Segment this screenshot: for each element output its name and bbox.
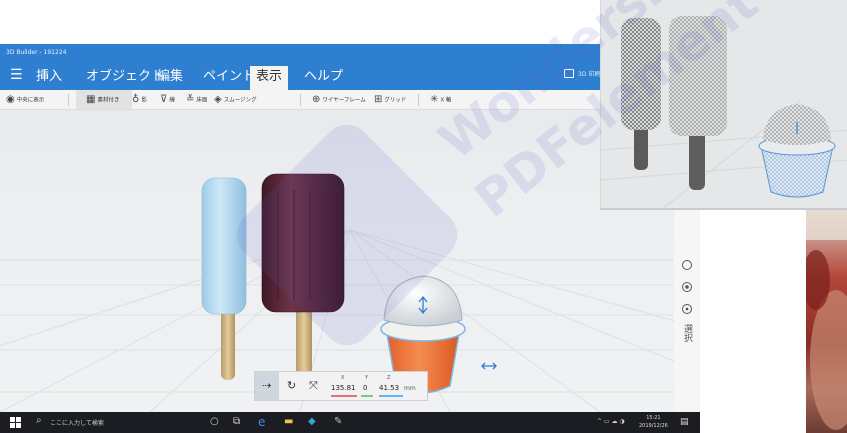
scale-icon[interactable]: ⤧	[309, 379, 318, 393]
scene-canvas[interactable]	[0, 110, 700, 412]
toolbar-label: グリッド	[384, 97, 407, 104]
tab-edit[interactable]: 編集	[151, 66, 189, 90]
print-icon[interactable]	[564, 69, 574, 78]
toolbar-smoothing[interactable]: ◈ スムージング	[214, 94, 257, 106]
toolbar-label: 中央に表示	[16, 97, 45, 104]
y-axis-underline	[361, 395, 373, 397]
toolbar-label: 床面	[196, 97, 208, 104]
unit-label[interactable]: mm	[404, 385, 416, 392]
file-explorer-icon[interactable]: ▬	[284, 416, 293, 428]
toolbar-label: 影	[141, 97, 147, 104]
z-axis-underline	[379, 395, 403, 397]
3d-builder-screen: 3D Builder - 191224 ☰ 挿入 オブジェクト 編集 ペイント …	[0, 44, 700, 433]
eye-icon: ◉	[6, 94, 15, 105]
y-axis-label: Y	[365, 375, 369, 381]
notification-icon[interactable]: ▤	[680, 417, 689, 427]
x-axis-underline	[331, 395, 357, 397]
taskbar-search[interactable]: ここに入力して検索	[50, 418, 104, 427]
task-view-icon[interactable]: ⧉	[233, 416, 240, 428]
toolbar-separator	[300, 94, 301, 106]
toolbar-grid[interactable]: ⊞ グリッド	[374, 94, 406, 106]
hamburger-menu-icon[interactable]: ☰	[10, 67, 23, 83]
tab-insert[interactable]: 挿入	[30, 66, 68, 90]
axis-icon: ✳	[430, 94, 439, 105]
toolbar-label: X 軸	[440, 97, 452, 104]
3d-builder-taskbar-icon[interactable]: ◆	[308, 416, 316, 428]
wireframe-ice-cream-cup	[758, 104, 836, 198]
toolbar-floor[interactable]: ≚ 床面	[186, 94, 207, 106]
x-value-input[interactable]: 135.81	[331, 384, 356, 392]
toolbar-center-view[interactable]: ◉ 中央に表示	[6, 94, 44, 106]
z-value-input[interactable]: 41.53	[379, 384, 399, 392]
tab-help[interactable]: ヘルプ	[298, 66, 349, 90]
system-tray-icons[interactable]: ^ ▭ ☁ ◑	[597, 418, 625, 425]
floor-icon: ≚	[186, 94, 195, 105]
toolbar-label: 素材付き	[97, 97, 120, 104]
toolbar-wireframe[interactable]: ⊕ ワイヤーフレーム	[312, 94, 366, 106]
print-label[interactable]: 3D 印刷	[578, 69, 600, 78]
rotate-icon[interactable]: ↻	[287, 379, 296, 392]
select-label[interactable]: 選択	[682, 324, 692, 342]
webcam-overlay	[806, 210, 847, 433]
toolbar-label: 線	[169, 97, 175, 104]
toolbar-separator	[418, 94, 419, 106]
clock-date: 2019/12/26	[639, 423, 668, 429]
toolbar-separator	[68, 94, 69, 106]
webcam-image	[806, 210, 847, 430]
wireframe-chocolate-popsicle	[669, 16, 727, 190]
chocolate-popsicle[interactable]	[261, 173, 345, 380]
toolbar-label: スムージング	[223, 97, 257, 104]
circle-icon[interactable]	[682, 260, 692, 270]
ribbon: ☰ 挿入 オブジェクト 編集 ペイント 表示 ヘルプ 3D 印刷	[0, 62, 700, 90]
z-axis-label: Z	[387, 375, 391, 381]
wireframe-blue-popsicle	[621, 18, 661, 170]
select-mode-icon[interactable]	[682, 304, 692, 314]
render-icon: ⊽	[160, 94, 168, 105]
y-value-input[interactable]: 0	[363, 384, 367, 392]
toolbar-line[interactable]: ⊽ 線	[160, 94, 175, 106]
paint-icon[interactable]: ✎	[334, 416, 342, 428]
toolbar-axis[interactable]: ✳ X 軸	[430, 94, 451, 106]
grid-icon: ⊞	[374, 94, 383, 105]
move-icon[interactable]: ⇢	[262, 379, 271, 392]
wireframe-canvas	[601, 16, 847, 208]
windows-start-icon[interactable]	[10, 417, 21, 428]
smoothing-icon: ◈	[214, 94, 222, 105]
bulb-icon: ♁	[132, 94, 140, 105]
material-icon: ▦	[86, 94, 96, 105]
clock-time: 15:21	[646, 415, 661, 421]
wireframe-icon: ⊕	[312, 94, 321, 105]
target-icon[interactable]	[682, 282, 692, 292]
toolbar-material[interactable]: ▦ 素材付き	[86, 94, 119, 106]
toolbar-label: ワイヤーフレーム	[322, 97, 366, 104]
search-icon[interactable]: ⌕	[36, 415, 42, 426]
view-toolbar: ◉ 中央に表示 ▦ 素材付き ♁ 影 ⊽ 線 ≚ 床面 ◈ スムージング ⊕ ワイヤーフレーム…	[0, 90, 700, 110]
x-axis-label: X	[341, 375, 345, 381]
window-title: 3D Builder - 191224	[0, 44, 700, 62]
toolbar-shadow[interactable]: ♁ 影	[132, 94, 147, 106]
edge-icon[interactable]: e	[258, 416, 265, 428]
cortana-icon[interactable]: ○	[210, 416, 219, 428]
tab-view[interactable]: 表示	[250, 66, 289, 90]
windows-taskbar: ⌕ ここに入力して検索 ○ ⧉ e ▬ ◆ ✎ ^ ▭ ☁ ◑ 15:21 20…	[0, 412, 700, 433]
wireframe-inset-view	[600, 0, 847, 210]
coordinate-bar: ⇢ ↻ ⤧ X Y Z 135.81 0 41.53 mm	[254, 371, 428, 401]
taskbar-clock[interactable]: 15:21 2019/12/26	[639, 414, 668, 430]
3d-viewport[interactable]	[0, 110, 700, 412]
